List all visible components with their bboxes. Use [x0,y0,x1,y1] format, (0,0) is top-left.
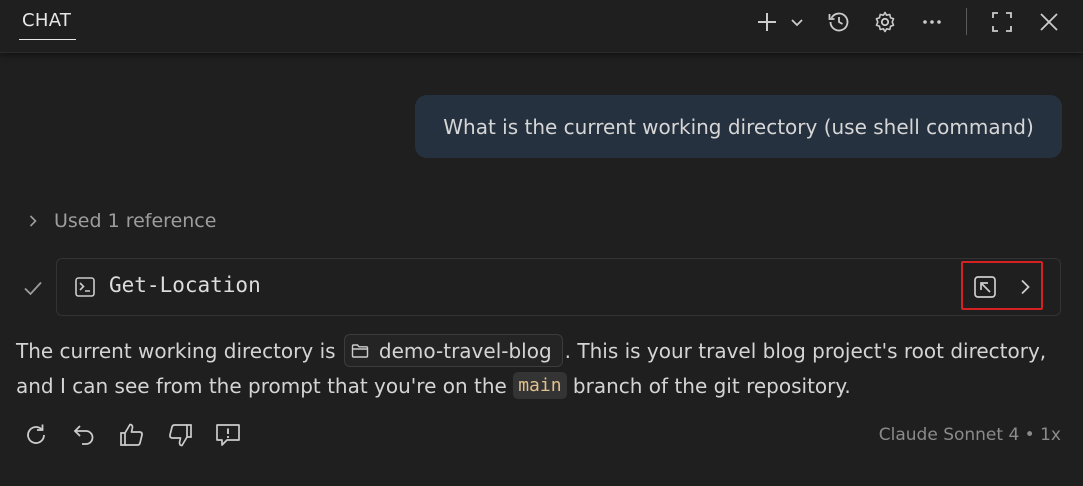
undo-button[interactable] [70,421,98,449]
gear-icon [875,11,895,33]
thumbs-down-icon [169,424,192,447]
tool-call-card: Get-Location [56,258,1061,316]
tool-command: Get-Location [109,273,261,297]
more-icon [923,20,941,24]
chevron-down-icon [791,19,803,27]
response-text-3: branch of the git repository. [572,374,851,398]
close-icon [1040,13,1058,31]
more-actions-button[interactable] [918,8,946,36]
history-icon [828,12,849,32]
model-info: Claude Sonnet 4 • 1x [878,425,1061,445]
check-icon [24,281,42,296]
thumbs-up-icon [120,423,143,446]
branch-code: main [513,372,567,399]
tab-chat[interactable]: CHAT [22,10,71,31]
chat-header: CHAT [0,0,1083,53]
folder-icon [351,343,369,358]
maximize-button[interactable] [988,8,1016,36]
terminal-icon [75,277,95,297]
folder-name: demo-travel-blog [378,338,552,363]
assistant-response: The current working directory is demo-tr… [16,334,1066,403]
refresh-icon [27,424,45,444]
settings-button[interactable] [871,8,899,36]
references-toggle[interactable]: Used 1 reference [26,208,216,234]
references-label: Used 1 reference [54,210,217,232]
user-message-bubble: What is the current working directory (u… [415,95,1062,158]
user-message-text: What is the current working directory (u… [443,114,1034,139]
response-text-1: The current working directory is [16,339,336,363]
report-icon [216,424,240,446]
folder-reference-chip[interactable]: demo-travel-blog [343,334,563,367]
close-button[interactable] [1036,8,1062,36]
chevron-right-icon [1021,279,1030,295]
retry-button[interactable] [22,421,50,449]
undo-icon [73,425,94,445]
expand-tool-button[interactable] [1010,272,1040,302]
thumbs-up-button[interactable] [118,421,146,449]
open-in-terminal-icon [974,276,996,298]
tab-active-indicator [19,39,76,40]
add-icon [758,13,776,31]
report-button[interactable] [214,421,242,449]
maximize-icon [992,12,1012,32]
history-button[interactable] [825,8,853,36]
new-chat-dropdown-button[interactable] [787,8,807,36]
open-in-terminal-button[interactable] [970,272,1000,302]
header-divider [966,8,967,35]
chat-panel: CHAT What is the current working directo… [0,0,1083,486]
thumbs-down-button[interactable] [166,421,194,449]
new-chat-button[interactable] [754,8,780,36]
response-actions [22,420,242,450]
chevron-right-icon [29,215,37,227]
